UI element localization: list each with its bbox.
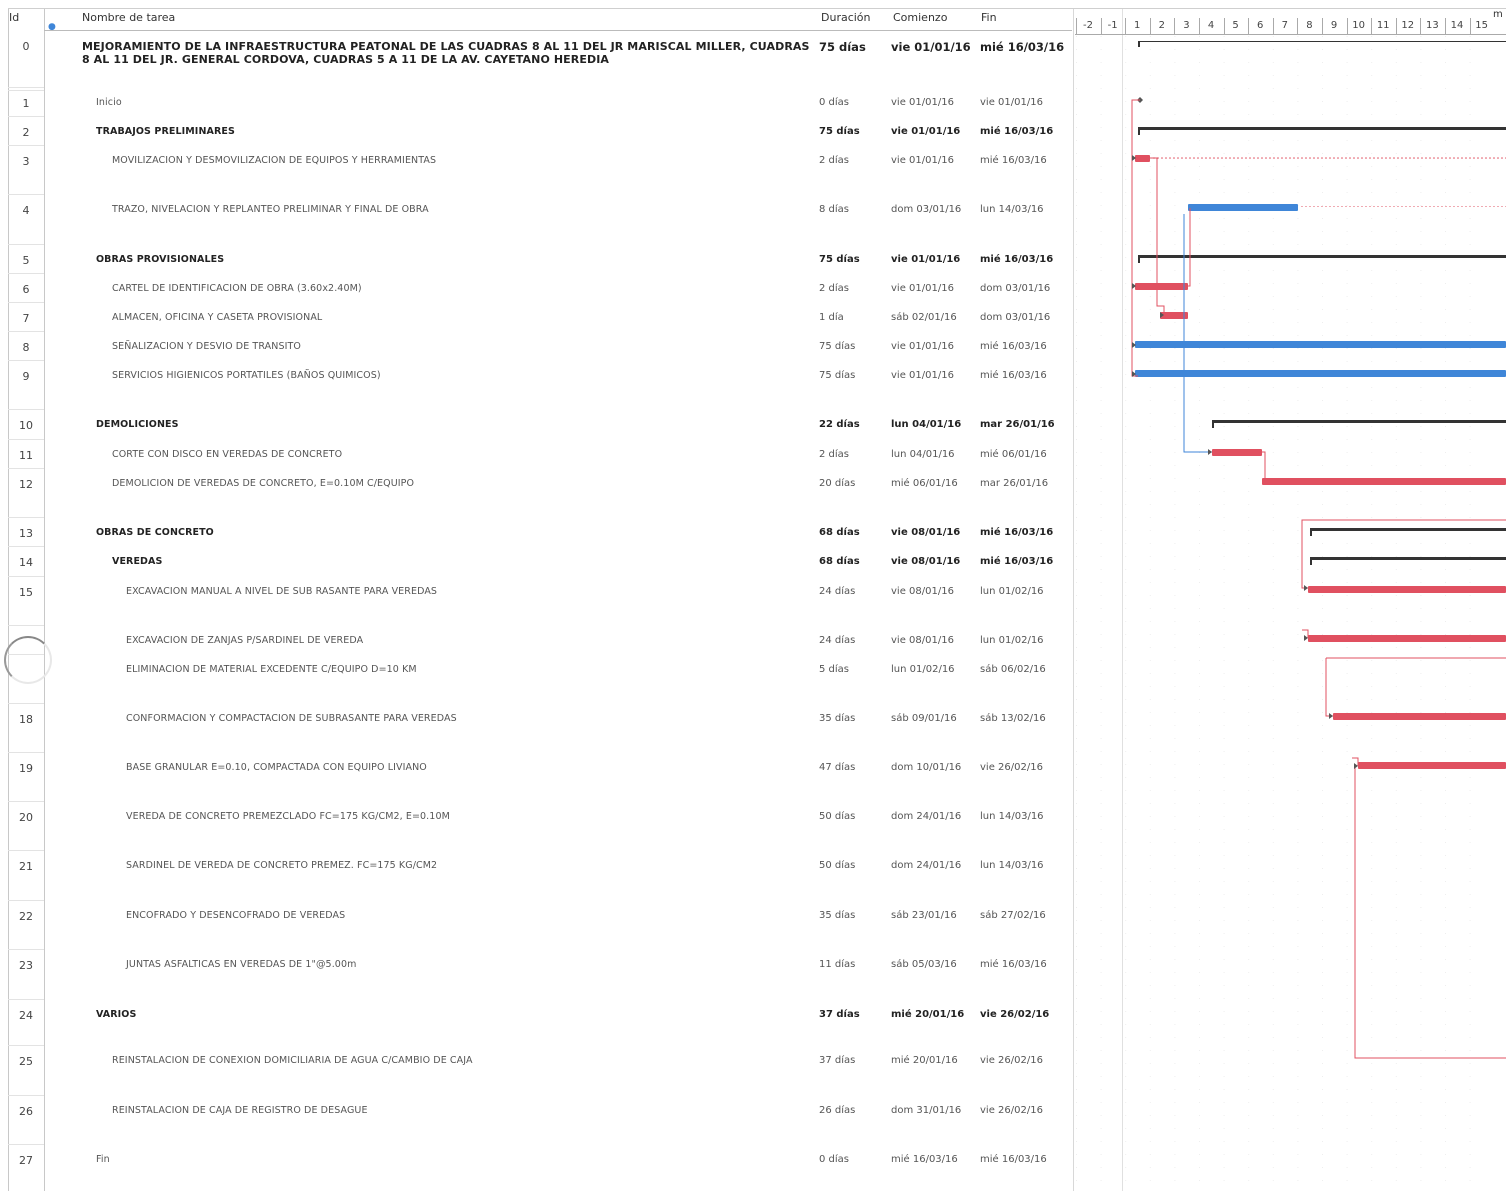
task-bar <box>1135 283 1188 290</box>
summary-bar-cap <box>1138 41 1140 47</box>
link-arrowhead <box>1354 763 1358 769</box>
summary-bar <box>1310 528 1506 531</box>
link-arrowhead <box>1304 585 1308 591</box>
dependency-link <box>1183 214 1212 453</box>
gantt-chart <box>1076 36 1506 1191</box>
dependency-link <box>1325 658 1333 717</box>
summary-bar-cap <box>1138 127 1140 135</box>
task-bar <box>1308 635 1506 642</box>
summary-bar <box>1138 127 1506 130</box>
task-bar <box>1135 155 1150 162</box>
slack-line <box>1300 206 1506 209</box>
task-bar <box>1308 586 1506 593</box>
slack-line <box>1152 157 1506 160</box>
summary-bar <box>1310 557 1506 560</box>
dependency-link <box>1354 766 1506 1059</box>
task-bar <box>1333 713 1506 720</box>
dependency-link <box>1150 157 1165 315</box>
summary-bar-cap <box>1138 255 1140 263</box>
task-bar <box>1135 341 1506 348</box>
link-arrowhead <box>1329 713 1333 719</box>
task-bar <box>1262 478 1506 485</box>
summary-bar-cap <box>1212 420 1214 428</box>
link-arrowhead <box>1304 635 1308 641</box>
link-arrowhead <box>1208 449 1212 455</box>
task-bar <box>1358 762 1506 769</box>
dependency-link <box>1188 208 1191 287</box>
dependency-link <box>1301 530 1308 589</box>
summary-bar-cap <box>1310 528 1312 536</box>
dependency-link <box>1262 451 1266 478</box>
task-bar <box>1212 449 1262 456</box>
summary-bar <box>1138 41 1506 42</box>
summary-bar-cap <box>1310 557 1312 565</box>
dependency-link <box>1131 99 1140 377</box>
summary-bar <box>1138 255 1506 258</box>
summary-bar <box>1212 420 1506 423</box>
task-bar <box>1188 204 1298 211</box>
task-bar <box>1135 370 1506 377</box>
